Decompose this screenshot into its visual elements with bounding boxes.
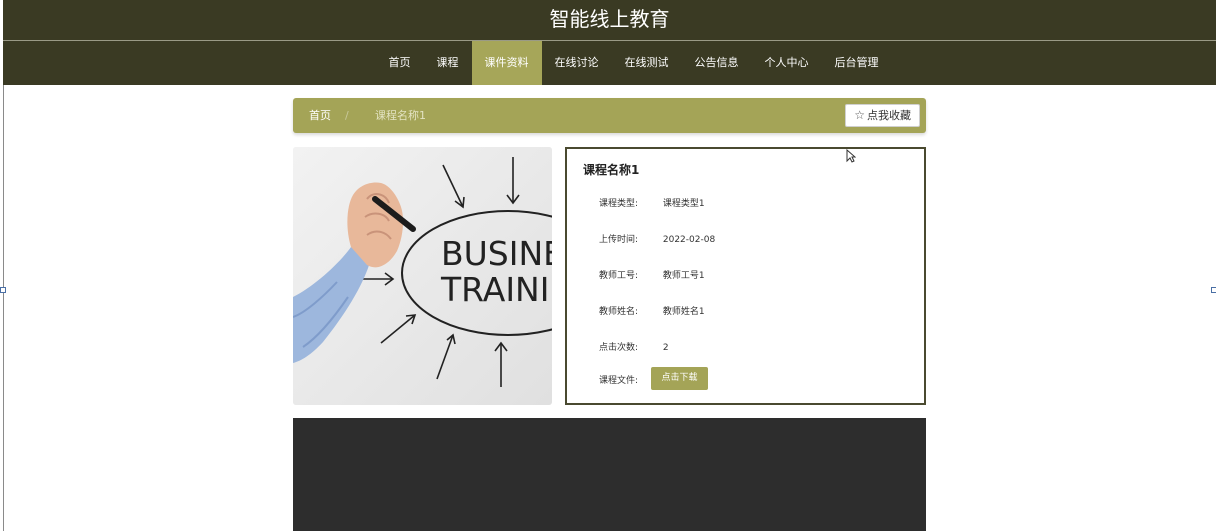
nav-item-home[interactable]: 首页 [376,41,424,85]
course-cover-image: BUSINES TRAININ [293,147,552,405]
star-outline-icon: ☆ [854,108,865,122]
nav-item-discussion[interactable]: 在线讨论 [542,41,612,85]
info-value: 教师姓名1 [662,307,705,317]
course-info-card: 课程名称1 课程类型: 课程类型1 上传时间: 2022-02-08 教师工号:… [565,147,926,405]
dark-content-panel [293,418,926,531]
breadcrumb: 首页 / 课程名称1 ☆ 点我收藏 [293,98,926,133]
info-label: 教师工号: [599,271,639,281]
info-value: 课程类型1 [662,199,705,209]
nav-item-materials[interactable]: 课件资料 [471,41,542,85]
course-title: 课程名称1 [583,163,640,177]
info-label: 教师姓名: [599,307,639,317]
info-value: 2 [662,343,669,353]
favorite-button[interactable]: ☆ 点我收藏 [845,104,920,127]
info-row-teacher-name: 教师姓名: 教师姓名1 [599,304,705,317]
info-value: 2022-02-08 [662,235,716,245]
nav-item-online-test[interactable]: 在线测试 [612,41,682,85]
breadcrumb-home-link[interactable]: 首页 [309,98,331,133]
nav-item-personal-center[interactable]: 个人中心 [752,41,822,85]
site-title: 智能线上教育 [549,7,670,31]
breadcrumb-current: 课程名称1 [375,109,426,122]
nav-item-announcements[interactable]: 公告信息 [682,41,752,85]
nav-item-admin[interactable]: 后台管理 [822,41,892,85]
nav-item-courses[interactable]: 课程 [424,41,472,85]
resize-handle-right[interactable] [1211,287,1216,293]
info-value: 教师工号1 [662,271,705,281]
resize-handle-left[interactable] [0,287,6,293]
window-left-edge [3,85,4,531]
breadcrumb-separator: / [345,109,349,122]
image-text-line1: BUSINES [441,234,552,273]
site-header: 智能线上教育 [3,0,1216,40]
image-text-line2: TRAININ [440,270,552,309]
main-nav: 首页 课程 课件资料 在线讨论 在线测试 公告信息 个人中心 后台管理 [3,41,1216,85]
info-row-teacher-id: 教师工号: 教师工号1 [599,268,705,281]
mouse-cursor-icon [846,149,856,163]
info-label: 上传时间: [599,235,639,245]
info-row-course-type: 课程类型: 课程类型1 [599,196,705,209]
favorite-button-label: 点我收藏 [867,109,911,122]
info-row-upload-time: 上传时间: 2022-02-08 [599,232,715,245]
info-row-click-count: 点击次数: 2 [599,340,669,353]
info-label: 课程类型: [599,199,639,209]
info-label: 点击次数: [599,343,639,353]
download-button[interactable]: 点击下载 [651,367,708,390]
